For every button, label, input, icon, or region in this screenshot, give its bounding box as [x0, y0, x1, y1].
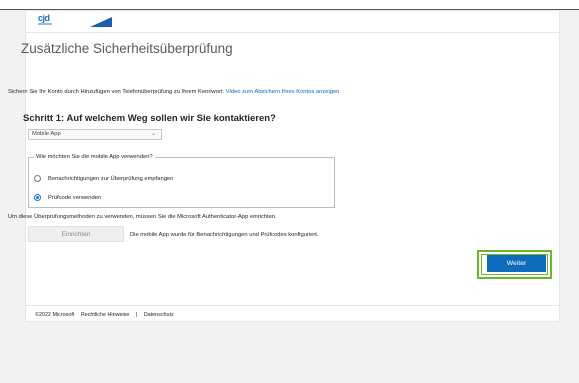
legal-link[interactable]: Rechtliche Hinweise [81, 312, 130, 318]
page-header: cjd [26, 11, 559, 33]
step-title: Schritt 1: Auf welchem Weg sollen wir Si… [23, 113, 276, 124]
contact-method-select[interactable]: Mobile App ⌄ [28, 129, 162, 140]
privacy-link[interactable]: Datenschutz [144, 312, 174, 318]
radio-code[interactable] [34, 194, 41, 201]
footer-divider [25, 305, 560, 306]
next-button[interactable]: Weiter [487, 255, 546, 272]
option-notifications-label: Benachrichtigungen zur Überprüfung empfa… [48, 175, 174, 182]
mobile-app-legend: Wie möchten Sie die mobile App verwenden… [34, 154, 155, 160]
setup-note: Die mobile App wurde für Benachrichtigun… [130, 232, 319, 238]
copyright: ©2022 Microsoft [35, 312, 75, 318]
company-logo: cjd [38, 13, 50, 23]
top-bar [0, 0, 579, 10]
chevron-down-icon: ⌄ [150, 131, 156, 137]
brand-mark-icon [90, 17, 112, 27]
radio-notifications[interactable] [34, 175, 41, 182]
page-title: Zusätzliche Sicherheitsüberprüfung [21, 41, 233, 56]
intro-text: Sichern Sie Ihr Konto durch Hinzufügen v… [8, 89, 339, 95]
option-code[interactable]: Prüfcode verwenden [34, 194, 101, 201]
mobile-app-options: Wie möchten Sie die mobile App verwenden… [28, 154, 335, 208]
authenticator-note: Um diese Überprüfungsmethoden zu verwend… [8, 214, 277, 220]
option-notifications[interactable]: Benachrichtigungen zur Überprüfung empfa… [34, 175, 173, 182]
option-code-label: Prüfcode verwenden [48, 194, 102, 201]
footer: ©2022 Microsoft Rechtliche Hinweise | Da… [35, 312, 179, 318]
intro-description: Sichern Sie Ihr Konto durch Hinzufügen v… [8, 89, 225, 95]
video-link[interactable]: Video zum Absichern Ihres Kontos anzeige… [226, 89, 340, 95]
contact-method-value: Mobile App [32, 131, 61, 137]
setup-button[interactable]: Einrichten [28, 226, 124, 242]
logo-underline [38, 23, 52, 25]
footer-separator: | [135, 312, 138, 318]
